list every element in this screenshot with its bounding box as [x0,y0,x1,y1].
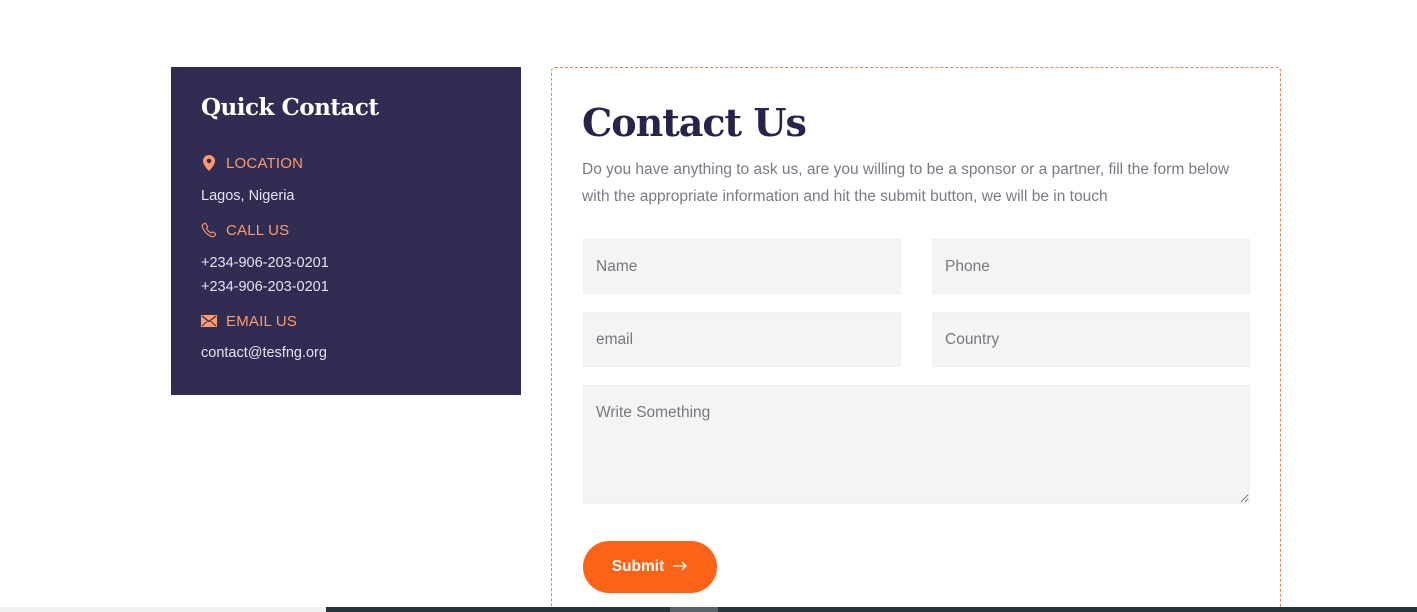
scrollbar-track [326,607,1417,612]
call-label: CALL US [226,221,290,239]
email-input[interactable] [583,312,901,367]
phone-icon [201,221,217,239]
email-row: EMAIL US [201,312,297,330]
submit-label: Submit [611,558,665,575]
location-row: LOCATION [201,154,303,172]
phone-input[interactable] [932,239,1250,294]
scrollbar-thumb[interactable] [670,607,718,612]
phone-number[interactable]: +234-906-203-0201 [201,279,329,295]
country-input[interactable] [932,312,1250,367]
arrow-right-icon [672,558,688,576]
email-value[interactable]: contact@tesfng.org [201,345,327,361]
phone-number[interactable]: +234-906-203-0201 [201,255,329,271]
location-label: LOCATION [226,154,304,172]
envelope-icon [201,312,217,330]
location-value: Lagos, Nigeria [201,188,295,204]
map-pin-icon [201,154,217,172]
quick-contact-title: Quick Contact [201,94,379,121]
contact-form-card: Contact Us Do you have anything to ask u… [551,67,1281,612]
quick-contact-panel: Quick Contact LOCATION Lagos, Nigeria CA… [171,67,521,395]
message-textarea[interactable] [583,385,1250,504]
name-input[interactable] [583,239,901,294]
contact-form-title: Contact Us [582,100,807,145]
call-row: CALL US [201,221,289,239]
submit-button[interactable]: Submit [583,541,717,593]
contact-form-description: Do you have anything to ask us, are you … [582,161,1230,205]
horizontal-scrollbar[interactable] [0,607,1417,612]
email-label: EMAIL US [226,312,298,330]
